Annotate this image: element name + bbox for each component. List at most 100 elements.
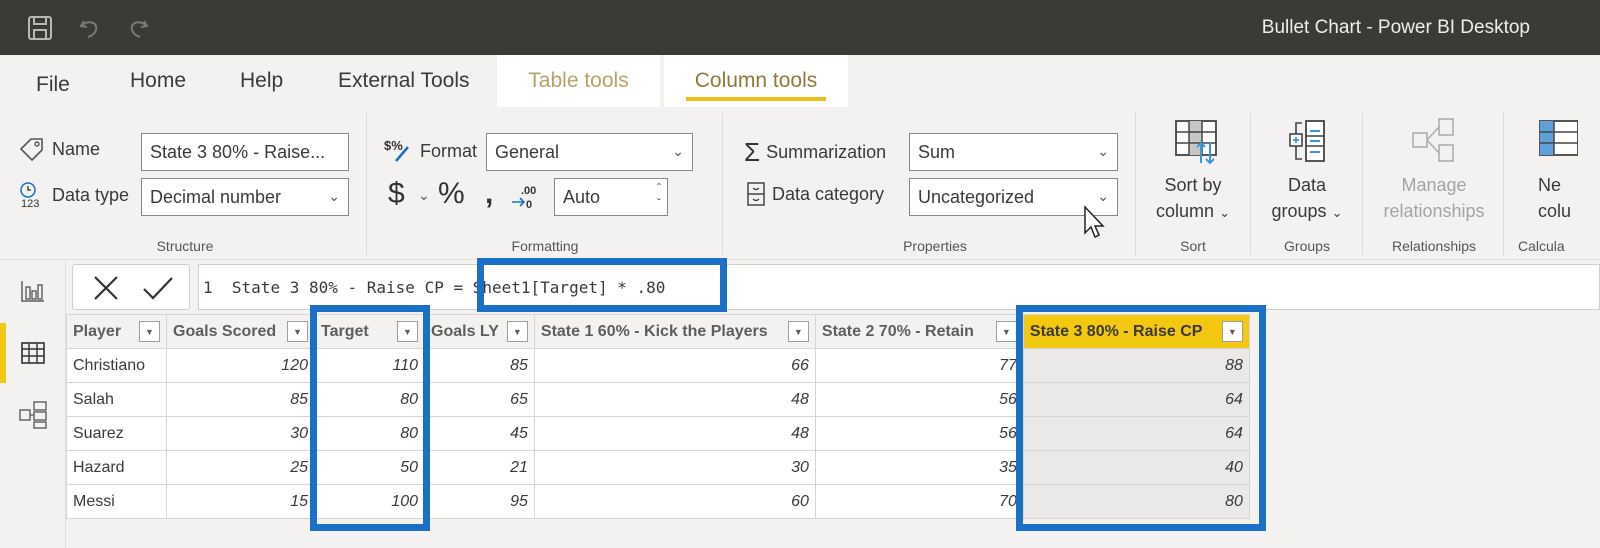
column-header-goals-ly[interactable]: Goals LY ▼ bbox=[424, 314, 535, 349]
cell-state-1[interactable]: 60 bbox=[533, 484, 816, 519]
cell-goals-scored[interactable]: 120 bbox=[166, 348, 315, 383]
tab-table-tools[interactable]: Table tools bbox=[497, 55, 660, 107]
cell-state-2[interactable]: 70 bbox=[814, 484, 1024, 519]
currency-chevron-icon[interactable]: ⌄ bbox=[418, 187, 430, 204]
summarization-dropdown[interactable]: Sum ⌄ bbox=[909, 133, 1118, 171]
cancel-formula-icon[interactable] bbox=[91, 273, 121, 308]
column-header-state-1[interactable]: State 1 60% - Kick the Players ▼ bbox=[533, 314, 816, 349]
cell-state-1[interactable]: 48 bbox=[533, 382, 816, 417]
cell-state-2[interactable]: 56 bbox=[814, 382, 1024, 417]
sort-by-column-icon bbox=[1175, 120, 1217, 165]
spinner-icon[interactable]: ˆˇ bbox=[657, 181, 661, 211]
percent-button[interactable]: % bbox=[438, 177, 465, 211]
filter-dropdown-icon[interactable]: ▼ bbox=[397, 321, 418, 342]
cell-goals-ly[interactable]: 95 bbox=[424, 484, 535, 519]
report-view-button[interactable] bbox=[0, 261, 66, 321]
filter-dropdown-icon[interactable]: ▼ bbox=[787, 321, 809, 342]
cell-goals-scored[interactable]: 25 bbox=[166, 450, 315, 485]
save-icon[interactable] bbox=[26, 14, 54, 42]
ribbon-tabs: File Home Help External Tools Table tool… bbox=[0, 55, 1600, 107]
chevron-down-icon: ⌄ bbox=[672, 143, 684, 159]
filter-dropdown-icon[interactable]: ▼ bbox=[139, 321, 160, 342]
cell-goals-scored[interactable]: 85 bbox=[166, 382, 315, 417]
mouse-cursor-icon bbox=[1083, 205, 1107, 246]
format-icon: $% bbox=[384, 138, 409, 162]
cell-target[interactable]: 80 bbox=[314, 382, 425, 417]
formula-buttons bbox=[72, 264, 190, 310]
structure-group-label: Structure bbox=[156, 238, 214, 254]
tab-help[interactable]: Help bbox=[222, 55, 301, 107]
filter-dropdown-icon[interactable]: ▼ bbox=[1221, 321, 1243, 342]
manage-relationships-button[interactable]: Manage relationships bbox=[1372, 117, 1496, 224]
currency-button[interactable]: $ bbox=[388, 177, 405, 211]
cell-player[interactable]: Suarez bbox=[66, 416, 167, 451]
data-type-dropdown[interactable]: Decimal number ⌄ bbox=[141, 178, 349, 216]
tab-external-tools[interactable]: External Tools bbox=[320, 55, 488, 107]
filter-dropdown-icon[interactable]: ▼ bbox=[287, 321, 308, 342]
cell-target[interactable]: 100 bbox=[314, 484, 425, 519]
sigma-icon: Σ bbox=[744, 137, 761, 167]
cell-state-3[interactable]: 64 bbox=[1022, 382, 1250, 417]
data-groups-button[interactable]: Data groups ⌄ bbox=[1262, 117, 1352, 226]
decimal-places-input[interactable]: Auto ˆˇ bbox=[554, 178, 668, 216]
cell-state-2[interactable]: 56 bbox=[814, 416, 1024, 451]
cell-player[interactable]: Messi bbox=[66, 484, 167, 519]
divider bbox=[722, 113, 723, 255]
divider bbox=[366, 113, 367, 255]
cell-player[interactable]: Salah bbox=[66, 382, 167, 417]
undo-icon[interactable] bbox=[76, 14, 104, 42]
cell-state-1[interactable]: 30 bbox=[533, 450, 816, 485]
cell-state-1[interactable]: 48 bbox=[533, 416, 816, 451]
column-header-goals-scored[interactable]: Goals Scored ▼ bbox=[166, 314, 315, 349]
data-view-button[interactable] bbox=[0, 323, 66, 383]
sort-by-column-button[interactable]: Sort by column ⌄ bbox=[1148, 117, 1238, 226]
cell-goals-scored[interactable]: 30 bbox=[166, 416, 315, 451]
cell-goals-ly[interactable]: 65 bbox=[424, 382, 535, 417]
cell-state-3[interactable]: 64 bbox=[1022, 416, 1250, 451]
cell-goals-scored[interactable]: 15 bbox=[166, 484, 315, 519]
cell-target[interactable]: 50 bbox=[314, 450, 425, 485]
cell-state-2[interactable]: 35 bbox=[814, 450, 1024, 485]
cell-state-1[interactable]: 66 bbox=[533, 348, 816, 383]
cell-player[interactable]: Hazard bbox=[66, 450, 167, 485]
name-label: Name bbox=[18, 137, 100, 161]
new-column-button[interactable]: Ne colu bbox=[1516, 117, 1600, 224]
column-header-state-3[interactable]: State 3 80% - Raise CP ▼ bbox=[1022, 314, 1250, 349]
cell-state-3[interactable]: 88 bbox=[1022, 348, 1250, 383]
column-header-target[interactable]: Target ▼ bbox=[314, 314, 425, 349]
comma-style-button[interactable]: , bbox=[485, 177, 493, 211]
filter-dropdown-icon[interactable]: ▼ bbox=[995, 321, 1017, 342]
format-dropdown[interactable]: General ⌄ bbox=[486, 133, 693, 171]
svg-text:123: 123 bbox=[21, 198, 39, 209]
cell-target[interactable]: 110 bbox=[314, 348, 425, 383]
commit-formula-icon[interactable] bbox=[141, 273, 175, 308]
cell-state-2[interactable]: 77 bbox=[814, 348, 1024, 383]
svg-text:.00: .00 bbox=[521, 185, 536, 197]
cell-goals-ly[interactable]: 85 bbox=[424, 348, 535, 383]
formula-input[interactable]: 1 State 3 80% - Raise CP = Sheet1[Target… bbox=[198, 264, 1600, 310]
tab-column-tools[interactable]: Column tools bbox=[664, 55, 848, 107]
cell-goals-ly[interactable]: 21 bbox=[424, 450, 535, 485]
table-row: Suarez 30 80 45 48 56 64 bbox=[66, 416, 1250, 451]
column-header-state-2[interactable]: State 2 70% - Retain ▼ bbox=[814, 314, 1024, 349]
cell-goals-ly[interactable]: 45 bbox=[424, 416, 535, 451]
cell-state-3[interactable]: 40 bbox=[1022, 450, 1250, 485]
report-view-icon bbox=[21, 281, 44, 302]
chevron-down-icon: ⌄ bbox=[1097, 188, 1109, 204]
chevron-down-icon: ⌄ bbox=[328, 188, 340, 204]
cell-state-3[interactable]: 80 bbox=[1022, 484, 1250, 519]
cell-target[interactable]: 80 bbox=[314, 416, 425, 451]
svg-text:$%: $% bbox=[384, 138, 403, 153]
column-header-player[interactable]: Player ▼ bbox=[66, 314, 167, 349]
redo-icon[interactable] bbox=[124, 14, 152, 42]
decimal-places-icon[interactable]: .00 0 bbox=[510, 182, 542, 217]
table-row: Hazard 25 50 21 30 35 40 bbox=[66, 450, 1250, 485]
ribbon: Name State 3 80% - Raise... 123 Data typ… bbox=[0, 107, 1600, 260]
cell-player[interactable]: Christiano bbox=[66, 348, 167, 383]
column-name-input[interactable]: State 3 80% - Raise... bbox=[141, 133, 349, 171]
tab-home[interactable]: Home bbox=[112, 55, 204, 107]
data-type-label: 123 Data type bbox=[16, 181, 129, 209]
filter-dropdown-icon[interactable]: ▼ bbox=[506, 321, 528, 342]
model-view-button[interactable] bbox=[0, 385, 66, 445]
tab-file[interactable]: File bbox=[18, 59, 88, 111]
